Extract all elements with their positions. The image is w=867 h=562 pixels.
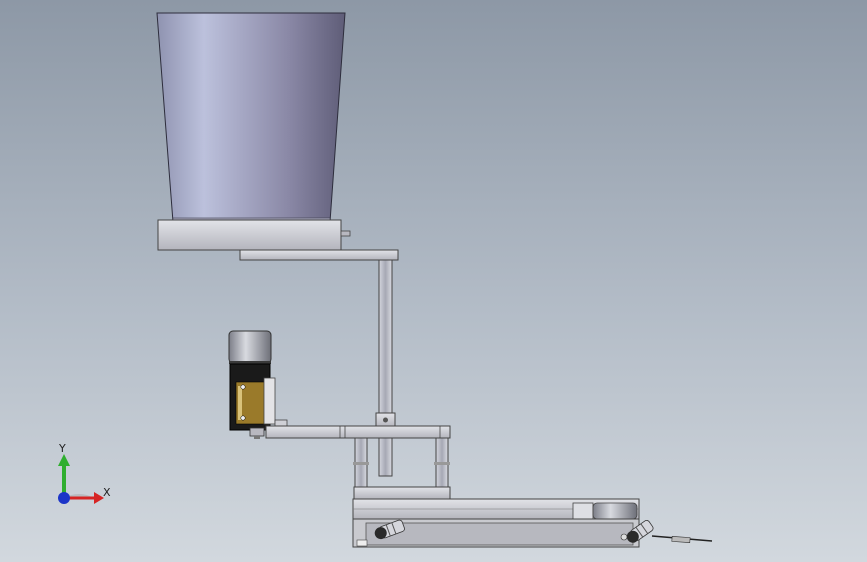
horizontal-arm[interactable]	[265, 419, 451, 439]
vertical-support-rod[interactable]	[378, 259, 393, 477]
z-axis-dot	[58, 492, 70, 504]
x-axis-label: X	[103, 486, 111, 499]
motor-mount-bracket	[263, 377, 276, 425]
motor-assembly[interactable]	[228, 330, 276, 439]
motor-cap	[228, 330, 272, 364]
cad-viewport[interactable]: Y X	[0, 0, 867, 562]
lower-mount-block[interactable]	[353, 486, 451, 500]
sensor-cable[interactable]	[651, 535, 713, 543]
upper-bracket-plate[interactable]	[239, 249, 399, 261]
cad-assembly-view[interactable]	[0, 0, 867, 562]
coordinate-triad	[58, 454, 104, 504]
hopper-base-plate[interactable]	[157, 219, 351, 251]
support-leg-right[interactable]	[434, 437, 450, 489]
slide-rail[interactable]	[352, 498, 640, 520]
rod-clamp[interactable]	[375, 412, 396, 428]
rail-cylinder	[592, 502, 638, 520]
support-leg-left[interactable]	[353, 437, 369, 489]
hopper[interactable]	[156, 12, 346, 223]
y-axis-label: Y	[59, 442, 66, 455]
